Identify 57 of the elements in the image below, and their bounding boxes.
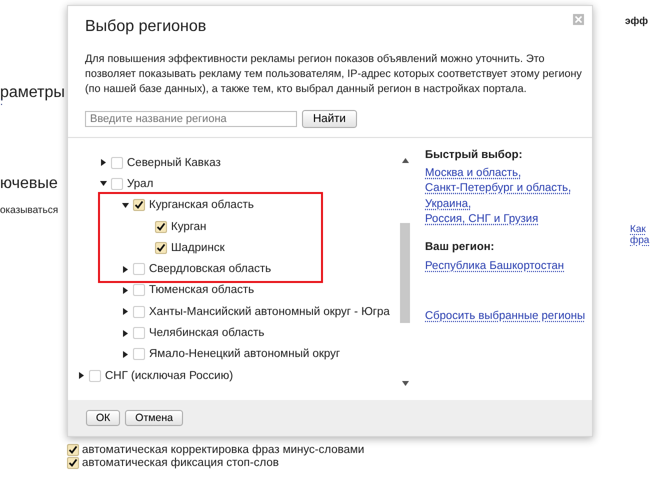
option-checkbox[interactable] (67, 444, 79, 456)
region-label[interactable]: Курган (171, 220, 206, 233)
collapsed-arrow-icon[interactable] (122, 286, 129, 294)
quick-region-link[interactable]: Россия, СНГ и Грузия (425, 212, 538, 228)
find-button[interactable]: Найти (302, 110, 357, 128)
region-label[interactable]: Курганская область (149, 199, 254, 212)
region-checkbox[interactable] (133, 306, 145, 318)
dialog-description: Для повышения эффективности рекламы регион показов объявлений можно уточнить. Это позволяет показывать рекламу тем пользователям, IP-адрес которых соответствует этому региону (по нашей базе данных), а также тем, кто выбрал данный регион в настройках портала. (85, 52, 582, 97)
region-label[interactable]: Челябинская область (149, 327, 264, 340)
collapsed-arrow-icon[interactable] (122, 330, 129, 337)
quick-region-link[interactable]: Украина, (425, 196, 472, 212)
region-checkbox[interactable] (133, 199, 145, 212)
page-text: эфф (624, 16, 648, 27)
expanded-arrow-icon[interactable] (100, 180, 107, 188)
region-checkbox[interactable] (155, 242, 167, 254)
region-checkbox[interactable] (133, 327, 145, 340)
region-label[interactable]: Свердловская область (149, 263, 272, 276)
option-label: автоматическая корректировка фраз минус-словами (82, 444, 364, 456)
region-checkbox[interactable] (89, 370, 101, 382)
region-checkbox[interactable] (155, 220, 167, 233)
region-checkbox[interactable] (133, 284, 145, 296)
region-label[interactable]: Ямало-Ненецкий автономный округ (149, 348, 340, 360)
section-heading: ючевые (0, 175, 58, 193)
region-checkbox[interactable] (111, 156, 123, 169)
quick-region-link[interactable]: Москва и область, (425, 166, 522, 181)
region-label[interactable]: Тюменская область (149, 284, 254, 296)
ok-button[interactable]: ОК (86, 410, 120, 426)
region-search-field[interactable]: Введите название региона (85, 111, 297, 127)
your-region-link[interactable]: Республика Башкортостан (425, 259, 564, 274)
reset-regions-link[interactable]: Сбросить выбранные регионы (425, 308, 586, 324)
quick-select-title: Быстрый выбор: (425, 148, 524, 163)
region-label[interactable]: Урал (127, 178, 154, 190)
page-text: оказываться (0, 205, 58, 216)
region-label[interactable]: Северный Кавказ (127, 156, 221, 169)
collapsed-arrow-icon[interactable] (100, 159, 107, 166)
collapsed-arrow-icon[interactable] (122, 266, 129, 273)
option-label: автоматическая фиксация стоп-слов (82, 457, 279, 469)
help-link[interactable]: Как (630, 224, 646, 235)
region-label[interactable]: Шадринск (171, 242, 225, 254)
scroll-up-icon[interactable] (402, 158, 408, 163)
section-heading: раметры (0, 84, 65, 101)
your-region-title: Ваш регион: (425, 240, 496, 254)
region-checkbox[interactable] (133, 263, 145, 276)
option-checkbox[interactable] (67, 457, 79, 469)
help-link[interactable]: фра (630, 235, 650, 246)
cancel-button[interactable]: Отмена (125, 410, 183, 426)
collapsed-arrow-icon[interactable] (122, 308, 129, 316)
expanded-arrow-icon[interactable] (122, 202, 129, 209)
scroll-down-icon[interactable] (402, 381, 408, 386)
collapsed-arrow-icon[interactable] (122, 350, 129, 358)
dialog-title: Выбор регионов (85, 18, 206, 36)
collapsed-arrow-icon[interactable] (78, 372, 85, 380)
region-label[interactable]: СНГ (исключая Россию) (105, 370, 234, 382)
quick-region-link[interactable]: Санкт-Петербург и область, (425, 181, 572, 196)
region-label[interactable]: Ханты-Мансийский автономный округ - Югра (149, 306, 390, 318)
region-checkbox[interactable] (111, 178, 123, 190)
region-checkbox[interactable] (133, 348, 145, 360)
